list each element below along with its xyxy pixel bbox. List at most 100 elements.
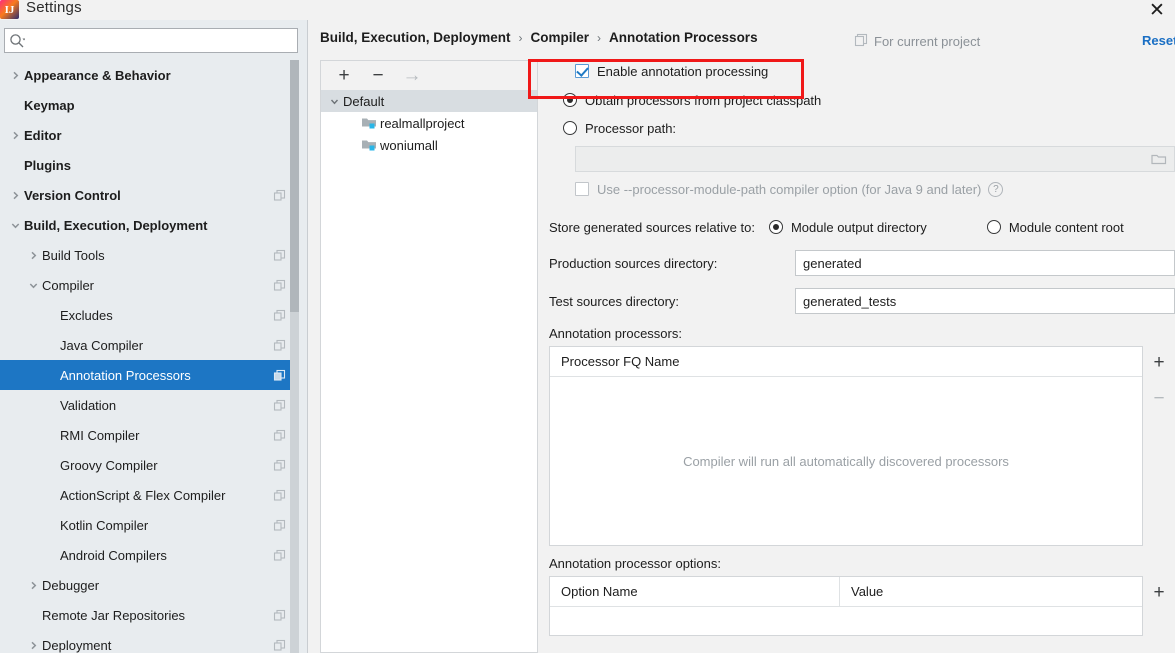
- chevron-right-icon[interactable]: [6, 126, 24, 144]
- sidebar-item-rmi-compiler[interactable]: RMI Compiler: [0, 420, 294, 450]
- sidebar-scrollbar-thumb[interactable]: [290, 60, 299, 312]
- copy-settings-icon[interactable]: [273, 249, 286, 262]
- search-box[interactable]: [4, 28, 298, 53]
- breadcrumb-separator: ›: [597, 31, 601, 45]
- copy-settings-icon[interactable]: [273, 609, 286, 622]
- sidebar-item-annotation-processors[interactable]: Annotation Processors: [0, 360, 294, 390]
- window-titlebar: IJ Settings ✕: [0, 0, 1175, 20]
- remove-profile-button[interactable]: −: [367, 65, 389, 87]
- sidebar-item-label: Build, Execution, Deployment: [24, 218, 207, 233]
- profile-module-row[interactable]: realmallproject: [321, 112, 537, 134]
- copy-settings-icon[interactable]: [273, 309, 286, 322]
- processor-path-radio[interactable]: Processor path:: [563, 121, 676, 136]
- store-module-output-radio[interactable]: Module output directory: [769, 220, 927, 235]
- sidebar-item-plugins[interactable]: Plugins: [0, 150, 294, 180]
- options-table-header: Option Name Value: [550, 577, 1142, 607]
- copy-settings-icon[interactable]: [273, 519, 286, 532]
- copy-settings-icon[interactable]: [273, 399, 286, 412]
- radio-dot[interactable]: [563, 93, 577, 107]
- checkbox-box[interactable]: [575, 182, 589, 196]
- sidebar-item-appearance-behavior[interactable]: Appearance & Behavior: [0, 60, 294, 90]
- sidebar-item-android-compilers[interactable]: Android Compilers: [0, 540, 294, 570]
- sidebar-item-build-execution-deployment[interactable]: Build, Execution, Deployment: [0, 210, 294, 240]
- sidebar-item-excludes[interactable]: Excludes: [0, 300, 294, 330]
- sidebar-item-deployment[interactable]: Deployment: [0, 630, 294, 653]
- column-header-option-name: Option Name: [550, 584, 839, 599]
- store-module-content-radio[interactable]: Module content root: [987, 220, 1124, 235]
- copy-settings-icon[interactable]: [273, 459, 286, 472]
- sidebar-item-groovy-compiler[interactable]: Groovy Compiler: [0, 450, 294, 480]
- store-module-output-label: Module output directory: [791, 220, 927, 235]
- sidebar-item-debugger[interactable]: Debugger: [0, 570, 294, 600]
- processors-table-buttons: + −: [1143, 346, 1175, 546]
- use-processor-module-path-checkbox[interactable]: Use --processor-module-path compiler opt…: [575, 182, 981, 197]
- copy-settings-icon[interactable]: [273, 639, 286, 652]
- chevron-down-icon[interactable]: [24, 276, 42, 294]
- options-table-body[interactable]: [550, 607, 1142, 635]
- test-sources-field[interactable]: generated_tests: [795, 288, 1175, 314]
- enable-annotation-processing-checkbox[interactable]: Enable annotation processing: [575, 64, 768, 79]
- sidebar-scrollbar-track[interactable]: [290, 60, 299, 653]
- profiles-list[interactable]: Default realmallproject woniumall: [320, 90, 538, 653]
- sidebar-item-java-compiler[interactable]: Java Compiler: [0, 330, 294, 360]
- sidebar-item-label: RMI Compiler: [60, 428, 139, 443]
- add-profile-button[interactable]: +: [333, 65, 355, 87]
- profiles-toolbar: + − →: [320, 60, 538, 90]
- sidebar-item-remote-jar-repositories[interactable]: Remote Jar Repositories: [0, 600, 294, 630]
- sidebar-item-kotlin-compiler[interactable]: Kotlin Compiler: [0, 510, 294, 540]
- processors-table-empty-text: Compiler will run all automatically disc…: [550, 377, 1142, 545]
- chevron-down-icon[interactable]: [325, 96, 343, 107]
- chevron-right-icon[interactable]: [6, 186, 24, 204]
- search-input[interactable]: [29, 30, 297, 51]
- module-label: woniumall: [380, 138, 438, 153]
- settings-tree[interactable]: Appearance & Behavior Keymap EditorPlugins…: [0, 60, 294, 653]
- copy-settings-icon[interactable]: [273, 489, 286, 502]
- profile-row-default[interactable]: Default: [321, 90, 537, 112]
- sidebar-item-actionscript-flex-compiler[interactable]: ActionScript & Flex Compiler: [0, 480, 294, 510]
- sidebar-item-build-tools[interactable]: Build Tools: [0, 240, 294, 270]
- store-relative-label: Store generated sources relative to:: [549, 220, 755, 235]
- sidebar-item-keymap[interactable]: Keymap: [0, 90, 294, 120]
- add-processor-button[interactable]: +: [1147, 350, 1171, 374]
- chevron-right-icon[interactable]: [24, 636, 42, 653]
- scope-indicator: For current project: [854, 33, 980, 50]
- copy-settings-icon[interactable]: [273, 549, 286, 562]
- sidebar-item-version-control[interactable]: Version Control: [0, 180, 294, 210]
- remove-processor-button[interactable]: −: [1147, 386, 1171, 410]
- chevron-down-icon[interactable]: [6, 216, 24, 234]
- breadcrumb-item[interactable]: Compiler: [531, 30, 590, 45]
- store-module-content-label: Module content root: [1009, 220, 1124, 235]
- chevron-right-icon[interactable]: [24, 576, 42, 594]
- options-table-buttons: +: [1143, 576, 1175, 636]
- breadcrumb-item[interactable]: Build, Execution, Deployment: [320, 30, 511, 45]
- sidebar-item-editor[interactable]: Editor: [0, 120, 294, 150]
- sidebar-item-label: Keymap: [24, 98, 75, 113]
- add-option-button[interactable]: +: [1147, 580, 1171, 604]
- module-label: realmallproject: [380, 116, 465, 131]
- copy-settings-icon[interactable]: [273, 429, 286, 442]
- reset-link[interactable]: Reset: [1142, 33, 1175, 48]
- copy-settings-icon[interactable]: [273, 279, 286, 292]
- radio-dot[interactable]: [563, 121, 577, 135]
- chevron-right-icon[interactable]: [24, 246, 42, 264]
- radio-dot[interactable]: [987, 220, 1001, 234]
- profile-module-row[interactable]: woniumall: [321, 134, 537, 156]
- sidebar-item-compiler[interactable]: Compiler: [0, 270, 294, 300]
- checkbox-box[interactable]: [575, 64, 589, 78]
- move-to-profile-button[interactable]: →: [401, 65, 423, 87]
- radio-dot[interactable]: [769, 220, 783, 234]
- copy-settings-icon[interactable]: [273, 189, 286, 202]
- copy-settings-icon[interactable]: [273, 339, 286, 352]
- production-sources-field[interactable]: generated: [795, 250, 1175, 276]
- sidebar-item-validation[interactable]: Validation: [0, 390, 294, 420]
- help-icon[interactable]: ?: [988, 182, 1003, 197]
- browse-folder-icon[interactable]: [1151, 152, 1167, 166]
- copy-settings-icon[interactable]: [273, 369, 286, 382]
- chevron-right-icon[interactable]: [6, 66, 24, 84]
- processor-path-field[interactable]: [575, 146, 1175, 172]
- sidebar-item-label: Build Tools: [42, 248, 105, 263]
- obtain-from-classpath-radio[interactable]: Obtain processors from project classpath: [563, 93, 821, 108]
- processors-table[interactable]: Processor FQ Name Compiler will run all …: [549, 346, 1143, 546]
- options-table[interactable]: Option Name Value: [549, 576, 1143, 636]
- close-icon[interactable]: ✕: [1145, 0, 1169, 21]
